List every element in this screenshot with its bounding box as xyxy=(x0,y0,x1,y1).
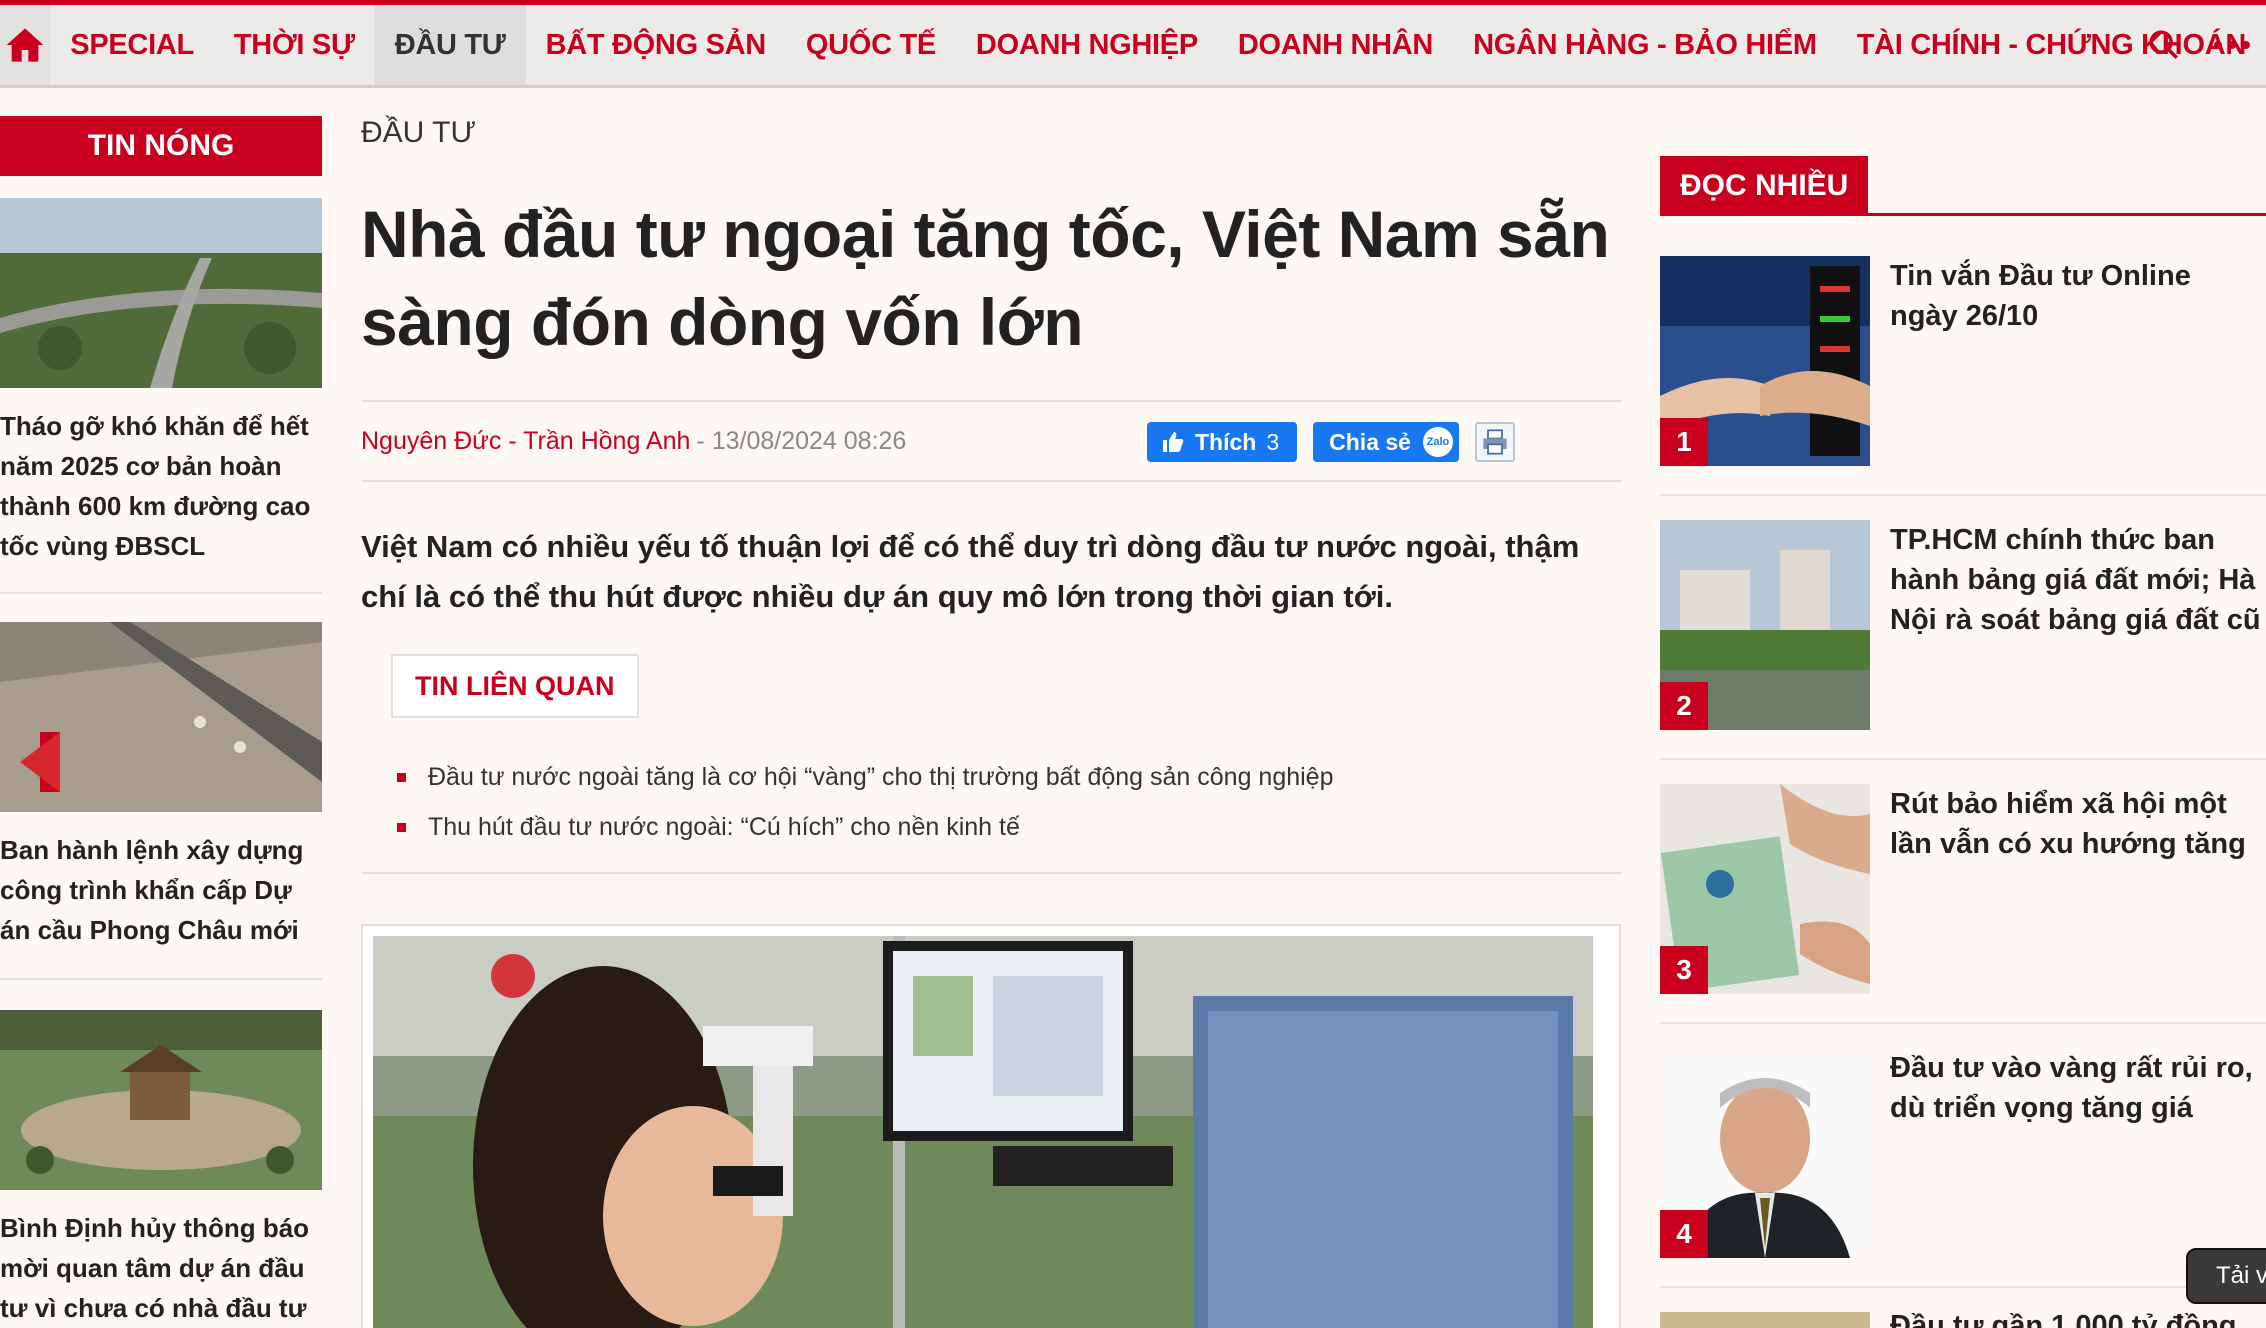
article-photo xyxy=(373,936,1593,1328)
home-button[interactable] xyxy=(0,5,51,85)
download-tooltip[interactable]: Tải v xyxy=(2186,1248,2266,1304)
hot-news-title: TIN NÓNG xyxy=(0,116,322,176)
related-news-title: TIN LIÊN QUAN xyxy=(391,654,639,718)
nav-thoi-su[interactable]: THỜI SỰ xyxy=(214,5,375,85)
most-read-thumbnail[interactable]: 1 xyxy=(1660,256,1870,466)
search-button[interactable] xyxy=(2130,5,2198,85)
article-meta: Nguyên Đức - Trần Hồng Anh - 13/08/2024 … xyxy=(361,400,1621,482)
more-button[interactable] xyxy=(2198,5,2266,85)
article-category[interactable]: ĐẦU TƯ xyxy=(361,116,1621,160)
divider xyxy=(361,872,1621,874)
facebook-like-button[interactable]: Thích 3 xyxy=(1147,422,1298,462)
search-icon xyxy=(2149,30,2179,60)
hot-news-headline[interactable]: Ban hành lệnh xây dựng công trình khẩn c… xyxy=(0,812,322,950)
most-read-item[interactable]: Đầu tư gần 1.000 tỷ đồng xyxy=(1660,1312,2266,1328)
divider xyxy=(1660,758,2266,760)
hot-news-item[interactable]: Ban hành lệnh xây dựng công trình khẩn c… xyxy=(0,622,322,950)
most-read-item[interactable]: 1 Tin vắn Đầu tư Online ngày 26/10 xyxy=(1660,256,2266,466)
most-read-thumbnail[interactable] xyxy=(1660,1312,1870,1328)
divider xyxy=(1660,494,2266,496)
related-news-item[interactable]: Đầu tư nước ngoài tăng là cơ hội “vàng” … xyxy=(397,752,1597,802)
divider xyxy=(1660,1022,2266,1024)
most-read-headline[interactable]: Rút bảo hiểm xã hội một lần vẫn có xu hư… xyxy=(1890,784,2266,864)
hot-news-item[interactable]: Bình Định hủy thông báo mời quan tâm dự … xyxy=(0,1010,322,1328)
share-bar: Thích 3 Chia sẻ Zalo xyxy=(1147,422,1515,462)
article: ĐẦU TƯ Nhà đầu tư ngoại tăng tốc, Việt N… xyxy=(361,116,1621,1328)
rank-badge: 2 xyxy=(1660,682,1708,730)
most-read-headline[interactable]: Đầu tư vào vàng rất rủi ro, dù triển vọn… xyxy=(1890,1048,2266,1128)
nav-doanh-nghiep[interactable]: DOANH NGHIỆP xyxy=(956,5,1218,85)
related-news-link[interactable]: Thu hút đầu tư nước ngoài: “Cú hích” cho… xyxy=(428,813,1020,842)
nav-dau-tu[interactable]: ĐẦU TƯ xyxy=(374,5,526,85)
article-sapo: Việt Nam có nhiều yếu tố thuận lợi để có… xyxy=(361,529,1580,614)
nav-tools xyxy=(2130,5,2266,85)
rank-badge: 1 xyxy=(1660,418,1708,466)
hot-news-column: TIN NÓNG Tháo gỡ khó khăn để hết năm 202… xyxy=(0,116,322,1323)
more-icon xyxy=(2214,41,2250,49)
related-news-list: Đầu tư nước ngoài tăng là cơ hội “vàng” … xyxy=(397,752,1597,852)
bullet-icon xyxy=(397,772,406,782)
bullet-icon xyxy=(397,822,406,832)
most-read-thumbnail[interactable]: 4 xyxy=(1660,1048,1870,1258)
share-label: Chia sẻ xyxy=(1329,428,1411,455)
most-read-headline[interactable]: TP.HCM chính thức ban hành bảng giá đất … xyxy=(1890,520,2266,640)
hot-news-thumbnail[interactable] xyxy=(0,1010,322,1190)
most-read-headline[interactable]: Tin vắn Đầu tư Online ngày 26/10 xyxy=(1890,256,2266,336)
zalo-icon: Zalo xyxy=(1422,427,1453,457)
print-button[interactable] xyxy=(1474,422,1515,462)
divider xyxy=(0,978,322,980)
thumbs-up-icon xyxy=(1163,432,1184,452)
divider xyxy=(1660,1286,2266,1288)
related-news-link[interactable]: Đầu tư nước ngoài tăng là cơ hội “vàng” … xyxy=(428,763,1334,792)
nav-quoc-te[interactable]: QUỐC TẾ xyxy=(786,5,956,85)
article-author[interactable]: Nguyên Đức - Trần Hồng Anh xyxy=(361,427,690,456)
home-icon xyxy=(6,28,44,62)
zalo-share-button[interactable]: Chia sẻ Zalo xyxy=(1313,422,1459,462)
like-label: Thích xyxy=(1195,428,1257,455)
related-news-item[interactable]: Thu hút đầu tư nước ngoài: “Cú hích” cho… xyxy=(397,802,1597,852)
hot-news-headline[interactable]: Tháo gỡ khó khăn để hết năm 2025 cơ bản … xyxy=(0,388,322,566)
like-count: 3 xyxy=(1266,428,1280,455)
most-read-column: ĐỌC NHIỀU 1 Tin vắn Đầu tư Online ngày 2… xyxy=(1660,156,2266,1328)
divider xyxy=(0,592,322,594)
most-read-item[interactable]: 2 TP.HCM chính thức ban hành bảng giá đấ… xyxy=(1660,520,2266,730)
article-figure xyxy=(361,924,1621,1328)
most-read-headline[interactable]: Đầu tư gần 1.000 tỷ đồng xyxy=(1890,1312,2266,1328)
most-read-item[interactable]: 3 Rút bảo hiểm xã hội một lần vẫn có xu … xyxy=(1660,784,2266,994)
hot-news-headline[interactable]: Bình Định hủy thông báo mời quan tâm dự … xyxy=(0,1190,322,1328)
print-icon xyxy=(1483,429,1507,455)
hot-news-item[interactable]: Tháo gỡ khó khăn để hết năm 2025 cơ bản … xyxy=(0,198,322,566)
nav-bat-dong-san[interactable]: BẤT ĐỘNG SẢN xyxy=(526,5,786,85)
hot-news-thumbnail[interactable] xyxy=(0,622,322,812)
article-date: - 13/08/2024 08:26 xyxy=(696,426,907,455)
article-title: Nhà đầu tư ngoại tăng tốc, Việt Nam sẵn … xyxy=(361,197,1610,359)
nav-ngan-hang-bao-hiem[interactable]: NGÂN HÀNG - BẢO HIỂM xyxy=(1453,5,1837,85)
top-navigation: SPECIAL THỜI SỰ ĐẦU TƯ BẤT ĐỘNG SẢN QUỐC… xyxy=(0,0,2266,88)
most-read-title: ĐỌC NHIỀU xyxy=(1660,156,1869,216)
most-read-thumbnail[interactable]: 3 xyxy=(1660,784,1870,994)
rank-badge: 3 xyxy=(1660,946,1708,994)
rank-badge: 4 xyxy=(1660,1210,1708,1258)
nav-special[interactable]: SPECIAL xyxy=(50,5,214,85)
most-read-header: ĐỌC NHIỀU xyxy=(1660,156,2266,216)
most-read-item[interactable]: 4 Đầu tư vào vàng rất rủi ro, dù triển v… xyxy=(1660,1048,2266,1258)
hot-news-thumbnail[interactable] xyxy=(0,198,322,388)
nav-doanh-nhan[interactable]: DOANH NHÂN xyxy=(1218,5,1453,85)
most-read-thumbnail[interactable]: 2 xyxy=(1660,520,1870,730)
